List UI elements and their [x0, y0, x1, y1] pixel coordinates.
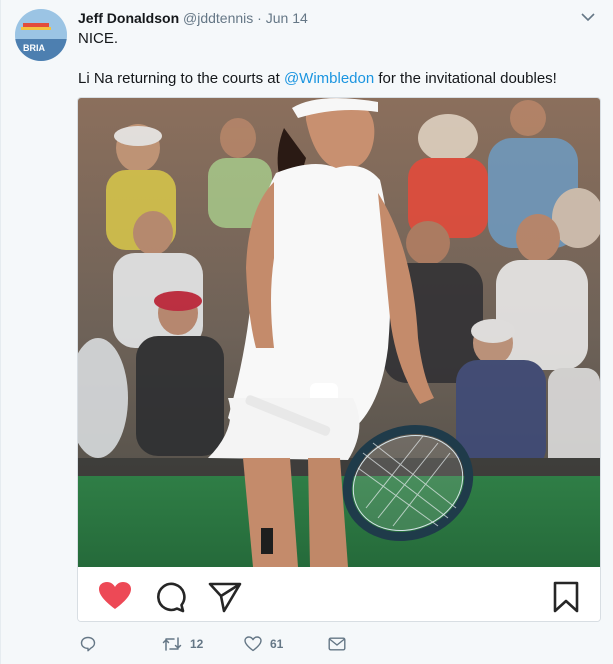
tweet-text-line-2: Li Na returning to the courts at @Wimble…	[78, 69, 557, 89]
tweet-text-line-1: NICE.	[78, 30, 119, 47]
heart-icon[interactable]	[98, 581, 132, 611]
like-heart-icon	[244, 636, 262, 652]
comment-bubble-icon[interactable]	[154, 581, 186, 613]
reply-icon	[80, 636, 96, 652]
tweet-header: Jeff Donaldson @jddtennis · Jun 14	[78, 9, 308, 27]
tweet[interactable]: BRIA Jeff Donaldson @jddtennis · Jun 14 …	[0, 0, 613, 664]
tweet-actions: 12 61	[78, 634, 378, 654]
share-paper-plane-icon[interactable]	[208, 581, 242, 613]
bookmark-icon[interactable]	[553, 581, 579, 613]
tweet-text-prefix: Li Na returning to the courts at	[78, 70, 284, 87]
mention-link[interactable]: @Wimbledon	[284, 70, 374, 87]
svg-text:BRIA: BRIA	[23, 43, 45, 53]
direct-message-button[interactable]	[328, 634, 346, 654]
retweet-count: 12	[190, 637, 204, 651]
like-count: 61	[270, 637, 284, 651]
tweet-text-suffix: for the invitational doubles!	[374, 70, 557, 87]
avatar[interactable]: BRIA	[15, 9, 67, 61]
author-handle[interactable]: @jddtennis	[183, 10, 253, 26]
chevron-down-icon[interactable]	[581, 12, 595, 22]
reply-button[interactable]	[80, 634, 96, 654]
envelope-icon	[328, 637, 346, 651]
tennis-player-photo[interactable]	[78, 98, 600, 567]
tweet-date[interactable]: Jun 14	[266, 10, 308, 26]
separator: ·	[257, 10, 262, 26]
retweet-icon	[162, 637, 182, 651]
instagram-embed-card[interactable]	[77, 97, 601, 622]
retweet-button[interactable]: 12	[162, 634, 203, 654]
author-name[interactable]: Jeff Donaldson	[78, 10, 179, 26]
like-button[interactable]: 61	[244, 634, 283, 654]
instagram-action-bar	[78, 567, 600, 621]
